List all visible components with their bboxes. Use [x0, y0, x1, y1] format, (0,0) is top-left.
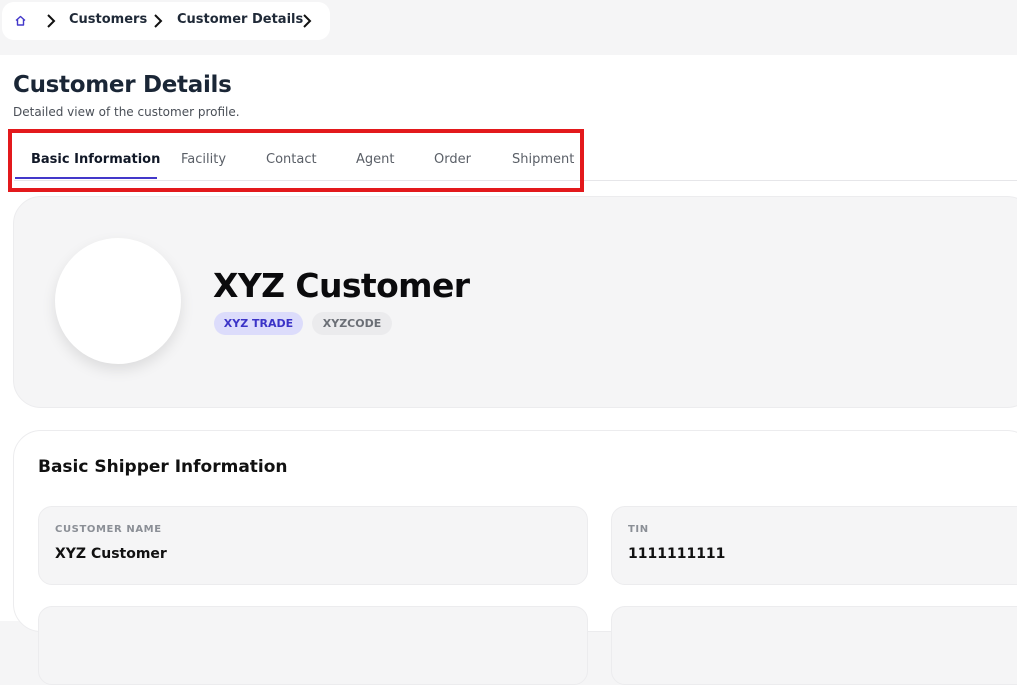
field-label: TIN	[628, 524, 649, 535]
field-value: 1111111111	[628, 546, 726, 562]
breadcrumb-customer-details[interactable]: Customer Details	[177, 12, 303, 27]
code-badge: XYZCODE	[312, 312, 392, 335]
tab-facility[interactable]: Facility	[181, 140, 226, 179]
home-icon[interactable]	[13, 13, 28, 28]
field-label: CUSTOMER NAME	[55, 524, 162, 535]
active-tab-indicator	[15, 177, 157, 179]
customer-name-field: CUSTOMER NAME XYZ Customer	[38, 506, 588, 585]
page-subtitle: Detailed view of the customer profile.	[13, 105, 240, 119]
trade-badge: XYZ TRADE	[214, 312, 303, 335]
tab-shipment[interactable]: Shipment	[512, 140, 574, 179]
section-title: Basic Shipper Information	[38, 457, 288, 477]
page-title: Customer Details	[13, 72, 232, 98]
tab-order[interactable]: Order	[434, 140, 471, 179]
tab-bar: Basic Information Facility Contact Agent…	[14, 140, 1017, 181]
tab-basic-information[interactable]: Basic Information	[31, 140, 160, 179]
chevron-right-icon	[303, 14, 312, 28]
tab-contact[interactable]: Contact	[266, 140, 317, 179]
breadcrumb-customers[interactable]: Customers	[69, 12, 147, 27]
avatar	[55, 238, 181, 364]
tab-agent[interactable]: Agent	[356, 140, 394, 179]
field-card	[611, 606, 1017, 685]
customer-name: XYZ Customer	[213, 266, 470, 305]
field-value: XYZ Customer	[55, 546, 167, 562]
field-card	[38, 606, 588, 685]
chevron-right-icon	[47, 14, 56, 28]
tin-field: TIN 1111111111	[611, 506, 1017, 585]
chevron-right-icon	[154, 14, 163, 28]
breadcrumb: Customers Customer Details	[2, 2, 330, 40]
